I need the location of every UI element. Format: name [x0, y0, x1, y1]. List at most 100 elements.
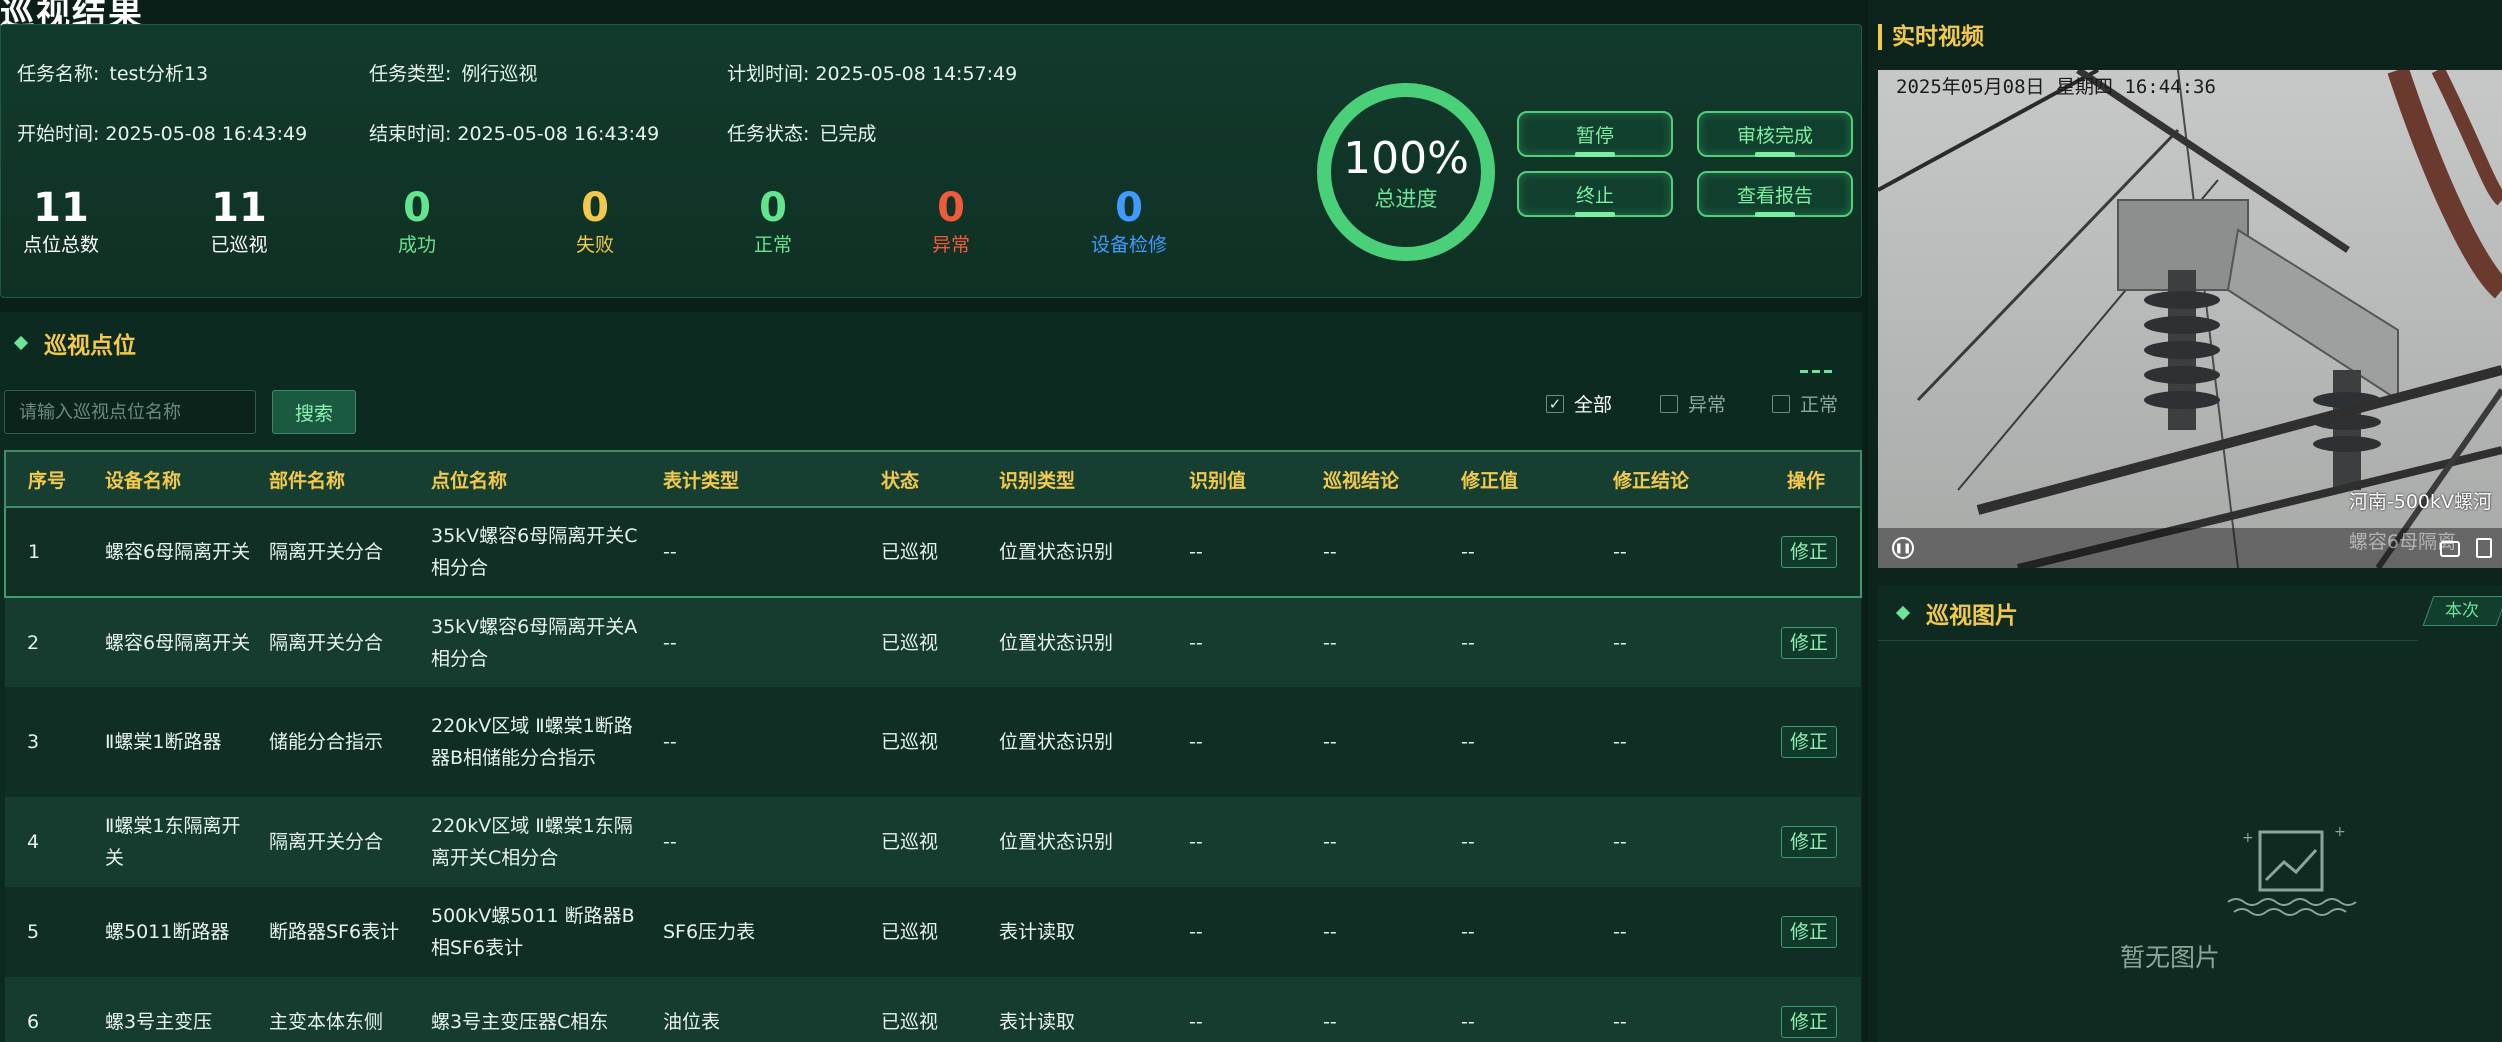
- col-header: 巡视结论: [1323, 469, 1400, 492]
- table-cell: --: [1323, 1011, 1337, 1033]
- col-header: 部件名称: [269, 469, 346, 492]
- col-header: 点位名称: [431, 469, 508, 492]
- table-cell: --: [1189, 921, 1203, 943]
- table-cell: 位置状态识别: [999, 731, 1114, 753]
- table-cell: --: [1323, 921, 1337, 943]
- search-button[interactable]: 搜索: [272, 390, 356, 434]
- task-summary-panel: 任务名称: test分析13 任务类型: 例行巡视 计划时间: 2025-05-08 …: [0, 24, 1862, 298]
- stat-normal: 0 正常: [753, 185, 792, 256]
- table-cell: 已巡视: [881, 631, 939, 654]
- snapshot-icon[interactable]: [2476, 538, 2492, 558]
- svg-text:+: +: [2334, 826, 2346, 840]
- table-cell: --: [663, 541, 677, 563]
- table-cell: 断路器SF6表计: [269, 921, 400, 943]
- table-cell: 隔离开关分合: [269, 831, 384, 853]
- table-cell: 3: [27, 731, 40, 753]
- tab-this-time[interactable]: 本次: [2422, 596, 2502, 626]
- table-header-row: 序号 设备名称 部件名称 点位名称 表计类型 状态 识别类型 识别值 巡视结论 …: [5, 451, 1861, 507]
- table-cell: --: [1189, 541, 1203, 563]
- points-header: 巡视点位: [13, 326, 136, 360]
- record-icon[interactable]: [2440, 541, 2460, 557]
- filter-abnormal[interactable]: 异常: [1660, 390, 1726, 417]
- table-cell: --: [1461, 731, 1475, 753]
- inspection-points-panel: 巡视点位 搜索 ✓ 全部 异常 正常 序号 设备名称 部件名称 点位名称 表计类…: [0, 312, 1862, 1042]
- table-cell: --: [1189, 731, 1203, 753]
- table-cell: --: [1189, 831, 1203, 853]
- table-cell: SF6压力表: [663, 921, 756, 943]
- table-cell: --: [1323, 541, 1337, 563]
- table-cell: --: [1323, 831, 1337, 853]
- table-cell: 500kV螺5011 断路器B相SF6表计: [431, 905, 635, 959]
- right-panel: 实时视频 2025年05月08日 星期四 16:44:36 河南-500kV螺河…: [1868, 0, 2502, 1042]
- svg-text:+: +: [2242, 830, 2254, 846]
- table-cell: 35kV螺容6母隔离开关C相分合: [431, 525, 638, 579]
- table-row[interactable]: 5 螺5011断路器 断路器SF6表计 500kV螺5011 断路器B相SF6表计 SF…: [5, 887, 1861, 977]
- fix-button[interactable]: 修正: [1781, 626, 1838, 659]
- stop-button[interactable]: 终止: [1517, 171, 1673, 217]
- table-cell: 储能分合指示: [269, 731, 384, 753]
- table-cell: --: [1461, 831, 1475, 853]
- table-cell: --: [663, 731, 677, 753]
- live-video[interactable]: 2025年05月08日 星期四 16:44:36 河南-500kV螺河 螺容6母…: [1878, 70, 2502, 568]
- stats-row: 11 点位总数 11 已巡视 0 成功 0 失败 0 正常 0 异常 0 设备检修: [1, 185, 1261, 285]
- table-cell-action: 修正: [1743, 597, 1861, 687]
- table-cell: 已巡视: [881, 921, 939, 943]
- empty-photos-text: 暂无图片: [2120, 943, 2221, 972]
- table-cell: --: [663, 831, 677, 853]
- col-header: 表计类型: [663, 469, 740, 492]
- audit-complete-button[interactable]: 审核完成: [1697, 111, 1853, 157]
- table-row[interactable]: 1 螺容6母隔离开关 隔离开关分合 35kV螺容6母隔离开关C相分合 -- 已巡视 位置状态…: [5, 507, 1861, 597]
- table-row[interactable]: 3 Ⅱ螺棠1断路器 储能分合指示 220kV区域 Ⅱ螺棠1断路器B相储能分合指示 -- 已…: [5, 687, 1861, 797]
- stat-inspected: 11 已巡视: [210, 185, 268, 256]
- task-plan-time: 计划时间: 2025-05-08 14:57:49: [727, 63, 1018, 85]
- stat-failed: 0 失败: [575, 185, 614, 256]
- table-cell-action: 修正: [1743, 887, 1861, 977]
- table-cell: 螺5011断路器: [105, 921, 230, 943]
- col-header: 识别值: [1189, 469, 1247, 492]
- checkbox-icon[interactable]: [1660, 394, 1678, 413]
- filter-all[interactable]: ✓ 全部: [1546, 390, 1612, 417]
- table-cell: 螺容6母隔离开关: [105, 541, 251, 563]
- table-cell: 1: [28, 541, 41, 563]
- table-cell: 螺容6母隔离开关: [105, 631, 251, 654]
- table-row[interactable]: 4 Ⅱ螺棠1东隔离开关 隔离开关分合 220kV区域 Ⅱ螺棠1东隔离开关C相分合 -- 已…: [5, 797, 1861, 887]
- fix-button[interactable]: 修正: [1781, 1006, 1838, 1038]
- table-cell: 螺3号主变压器C相东: [431, 1011, 609, 1033]
- search-input[interactable]: [4, 390, 256, 434]
- fix-button[interactable]: 修正: [1781, 726, 1838, 758]
- pause-button[interactable]: 暂停: [1517, 111, 1673, 157]
- table-row[interactable]: 6 螺3号主变压 主变本体东侧 螺3号主变压器C相东 油位表 已巡视 表计读取 -- -- -- -…: [5, 977, 1861, 1042]
- filter-all-label: 全部: [1574, 394, 1613, 416]
- table-cell: 表计读取: [999, 921, 1076, 943]
- view-report-button[interactable]: 查看报告: [1697, 171, 1853, 217]
- table-cell-action: 修正: [1743, 507, 1861, 597]
- table-row[interactable]: 2 螺容6母隔离开关 隔离开关分合 35kV螺容6母隔离开关A相分合 -- 已巡视 位置状态…: [5, 597, 1861, 687]
- more-dots-icon: [1800, 370, 1832, 373]
- table-cell: --: [1613, 631, 1627, 654]
- table-cell: --: [1613, 1011, 1627, 1033]
- pause-icon[interactable]: ❚❚: [1892, 537, 1914, 559]
- video-title: 实时视频: [1878, 24, 1984, 50]
- table-cell-action: 修正: [1743, 797, 1861, 887]
- col-header: 状态: [881, 469, 920, 492]
- table-cell: 位置状态识别: [999, 831, 1114, 853]
- table-cell-action: 修正: [1743, 977, 1861, 1042]
- progress-text: 100% 总进度: [1313, 133, 1499, 213]
- fix-button[interactable]: 修正: [1781, 826, 1838, 858]
- col-header: 操作: [1787, 469, 1826, 492]
- table-cell: --: [1189, 1011, 1203, 1033]
- video-timestamp: 2025年05月08日 星期四 16:44:36: [1896, 76, 2216, 98]
- table-cell: 已巡视: [881, 831, 939, 853]
- table-cell: 已巡视: [881, 731, 939, 753]
- fix-button[interactable]: 修正: [1781, 536, 1838, 568]
- table-cell: Ⅱ螺棠1东隔离开关: [105, 815, 241, 869]
- video-caption: 河南-500kV螺河: [2348, 491, 2492, 513]
- checkbox-icon[interactable]: [1772, 394, 1790, 413]
- checkbox-checked-icon[interactable]: ✓: [1546, 394, 1564, 413]
- task-type: 任务类型: 例行巡视: [369, 63, 538, 85]
- table-cell: 位置状态识别: [999, 631, 1114, 654]
- fix-button[interactable]: 修正: [1781, 916, 1838, 948]
- filter-normal[interactable]: 正常: [1772, 390, 1838, 417]
- filter-normal-label: 正常: [1800, 394, 1839, 416]
- col-header: 修正值: [1461, 469, 1519, 492]
